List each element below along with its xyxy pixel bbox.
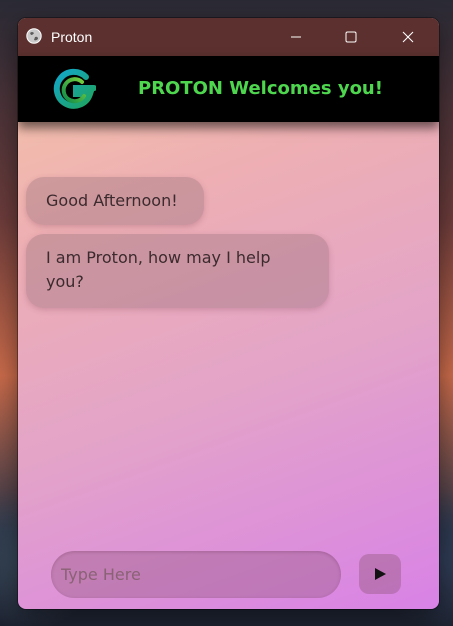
globe-icon <box>26 28 42 44</box>
close-button[interactable] <box>385 18 431 56</box>
app-window: Proton PROTON Welcomes you! Good Afterno… <box>18 18 439 609</box>
play-icon <box>375 568 386 580</box>
minimize-icon <box>291 36 301 38</box>
message-bubble: I am Proton, how may I help you? <box>26 234 329 308</box>
message-input[interactable] <box>51 551 341 598</box>
close-icon <box>402 31 414 43</box>
window-title: Proton <box>51 29 93 45</box>
title-bar[interactable]: Proton <box>18 18 439 56</box>
chat-area: Good Afternoon! I am Proton, how may I h… <box>18 122 439 542</box>
maximize-icon <box>345 31 357 43</box>
maximize-button[interactable] <box>328 18 374 56</box>
proton-logo-icon <box>53 68 96 109</box>
app-header: PROTON Welcomes you! <box>18 56 439 122</box>
minimize-button[interactable] <box>273 18 319 56</box>
header-title: PROTON Welcomes you! <box>138 78 383 99</box>
send-button[interactable] <box>359 554 401 594</box>
message-bubble: Good Afternoon! <box>26 177 204 225</box>
message-input-container <box>51 551 341 598</box>
